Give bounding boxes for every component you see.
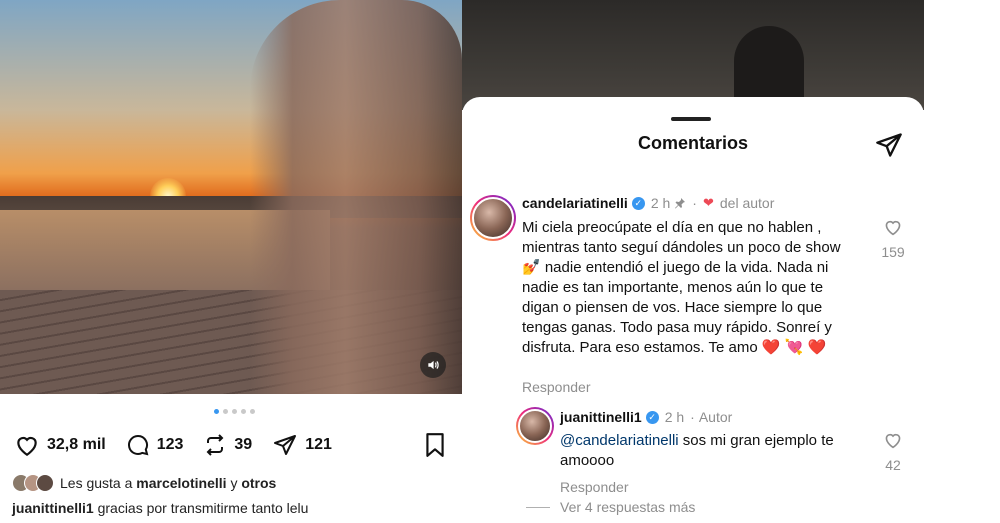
liked-by-user[interactable]: marcelotinelli (136, 475, 226, 491)
save-button[interactable] (424, 432, 446, 463)
caption: juanittinelli1 gracias por transmitirme … (12, 500, 308, 516)
sound-icon[interactable] (420, 352, 446, 378)
heart-icon (885, 433, 901, 449)
comment-like-count: 42 (885, 457, 901, 473)
comment-like-count: 159 (881, 244, 905, 260)
comment-dot: · (690, 409, 695, 425)
like-button[interactable]: 32,8 mil (14, 433, 106, 457)
comment-icon (127, 434, 149, 456)
comment-like[interactable]: 159 (873, 218, 913, 260)
comment-count: 123 (156, 436, 184, 453)
comment-header: candelariatinelli ✓ 2 h · ❤ del autor (522, 195, 774, 211)
comment-like[interactable]: 42 (873, 431, 913, 473)
repost-count: 39 (234, 436, 253, 453)
carousel-dot (214, 409, 219, 414)
post-photo[interactable] (0, 0, 462, 394)
share-button[interactable] (874, 131, 904, 164)
mention-link[interactable]: @candelariatinelli (560, 432, 679, 449)
avatar (36, 474, 54, 492)
author-like-label: del autor (719, 195, 775, 211)
like-count: 32,8 mil (47, 436, 106, 453)
background-photo (462, 0, 924, 110)
verified-icon: ✓ (631, 196, 645, 210)
carousel-dot (223, 409, 228, 414)
reply-button[interactable]: Responder (560, 479, 629, 495)
repost-button[interactable]: 39 (203, 433, 252, 457)
verified-icon: ✓ (645, 410, 659, 424)
heart-icon (17, 436, 37, 457)
comment-time: 2 h (664, 409, 685, 425)
share-icon (876, 133, 902, 157)
page-margin (924, 0, 1000, 523)
carousel-dot (250, 409, 255, 414)
comment-dot: · (692, 195, 697, 211)
post: 32,8 mil 123 39 121 Les gusta a marcelot… (0, 0, 462, 523)
carousel-dots (214, 409, 255, 414)
avatar[interactable] (516, 407, 554, 445)
pin-icon (675, 198, 686, 209)
heart-icon: ❤ (702, 195, 714, 210)
liked-by-others[interactable]: otros (241, 475, 276, 491)
action-bar: 32,8 mil 123 39 121 (14, 428, 450, 462)
drag-handle[interactable] (671, 117, 711, 121)
repost-icon (206, 434, 224, 456)
comments-panel: Comentarios candelariatinelli ✓ 2 h · ❤ … (462, 0, 924, 523)
liked-by-connector: y (230, 475, 238, 491)
comments-sheet: Comentarios candelariatinelli ✓ 2 h · ❤ … (462, 97, 924, 523)
comment-button[interactable]: 123 (126, 433, 184, 457)
caption-text: gracias por transmitirme tanto lelu (97, 500, 309, 516)
avatar[interactable] (470, 195, 516, 241)
carousel-dot (232, 409, 237, 414)
reply-button[interactable]: Responder (522, 379, 591, 395)
comment-text: Mi ciela preocúpate el día en que no hab… (522, 219, 841, 356)
person-figure (250, 0, 462, 394)
comment-text: @candelariatinelli sos mi gran ejemplo t… (560, 431, 860, 471)
share-button[interactable]: 121 (272, 433, 332, 457)
view-replies-button[interactable]: Ver 4 respuestas más (526, 499, 695, 515)
liked-by-text: Les gusta a marcelotinelli y otros (60, 475, 276, 491)
heart-icon (885, 220, 901, 236)
liked-by[interactable]: Les gusta a marcelotinelli y otros (12, 474, 276, 492)
view-replies-label: Ver 4 respuestas más (560, 499, 696, 515)
divider-line (526, 506, 550, 508)
comment-username[interactable]: candelariatinelli (522, 195, 628, 211)
carousel-dot (241, 409, 246, 414)
author-badge: Autor (698, 409, 733, 425)
comment-username[interactable]: juanittinelli1 (560, 409, 642, 425)
comment-header: juanittinelli1 ✓ 2 h · Autor (560, 409, 732, 425)
bookmark-icon (426, 433, 444, 457)
liked-by-prefix: Les gusta a (60, 475, 133, 491)
caption-user[interactable]: juanittinelli1 (12, 500, 94, 516)
sheet-title: Comentarios (637, 133, 749, 153)
comment-time: 2 h (650, 195, 671, 211)
share-count: 121 (305, 436, 332, 453)
share-icon (274, 435, 297, 455)
